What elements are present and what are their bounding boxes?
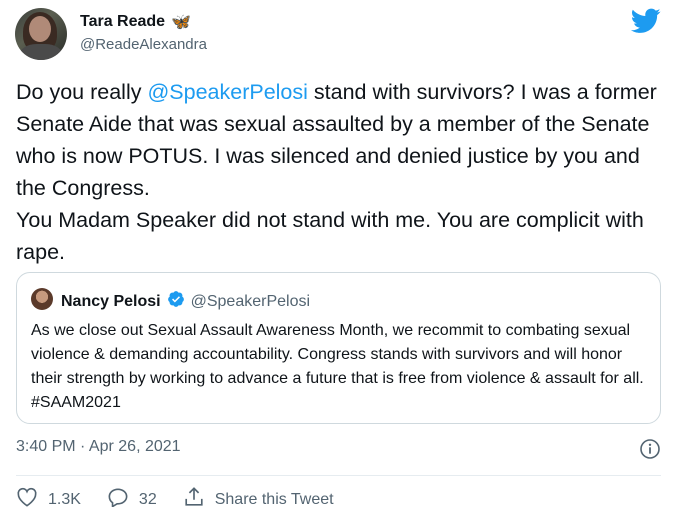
info-icon[interactable]: [639, 438, 661, 465]
quoted-tweet[interactable]: Nancy Pelosi @SpeakerPelosi As we close …: [16, 272, 661, 424]
share-icon: [183, 486, 205, 513]
reply-icon: [107, 487, 129, 512]
avatar[interactable]: [15, 8, 67, 60]
mention-link[interactable]: @SpeakerPelosi: [147, 80, 307, 104]
author-name-row[interactable]: Tara Reade 🦋: [80, 12, 191, 32]
quoted-author-handle: @SpeakerPelosi: [190, 292, 311, 310]
verified-badge-icon: [167, 290, 185, 313]
reply-button[interactable]: 32: [107, 487, 157, 512]
divider: [16, 475, 661, 476]
author-name[interactable]: Tara Reade: [80, 13, 165, 31]
like-count: 1.3K: [48, 490, 81, 508]
timestamp[interactable]: 3:40 PM · Apr 26, 2021: [16, 438, 181, 456]
quoted-avatar[interactable]: [31, 288, 53, 310]
butterfly-emoji: 🦋: [171, 14, 191, 31]
quoted-text: As we close out Sexual Assault Awareness…: [31, 322, 644, 411]
tweet-text: Do you really @SpeakerPelosi stand with …: [16, 80, 657, 264]
share-button[interactable]: Share this Tweet: [183, 486, 334, 513]
twitter-bird-icon[interactable]: [630, 8, 661, 39]
share-label: Share this Tweet: [214, 490, 334, 508]
action-bar: 1.3K 32 Share this Tweet: [16, 486, 360, 513]
like-button[interactable]: 1.3K: [16, 487, 81, 512]
author-handle[interactable]: @ReadeAlexandra: [80, 36, 207, 53]
heart-icon: [16, 487, 38, 512]
reply-count: 32: [138, 490, 157, 508]
quoted-author-name: Nancy Pelosi: [61, 292, 161, 310]
quoted-author-row: Nancy Pelosi @SpeakerPelosi: [61, 290, 310, 313]
